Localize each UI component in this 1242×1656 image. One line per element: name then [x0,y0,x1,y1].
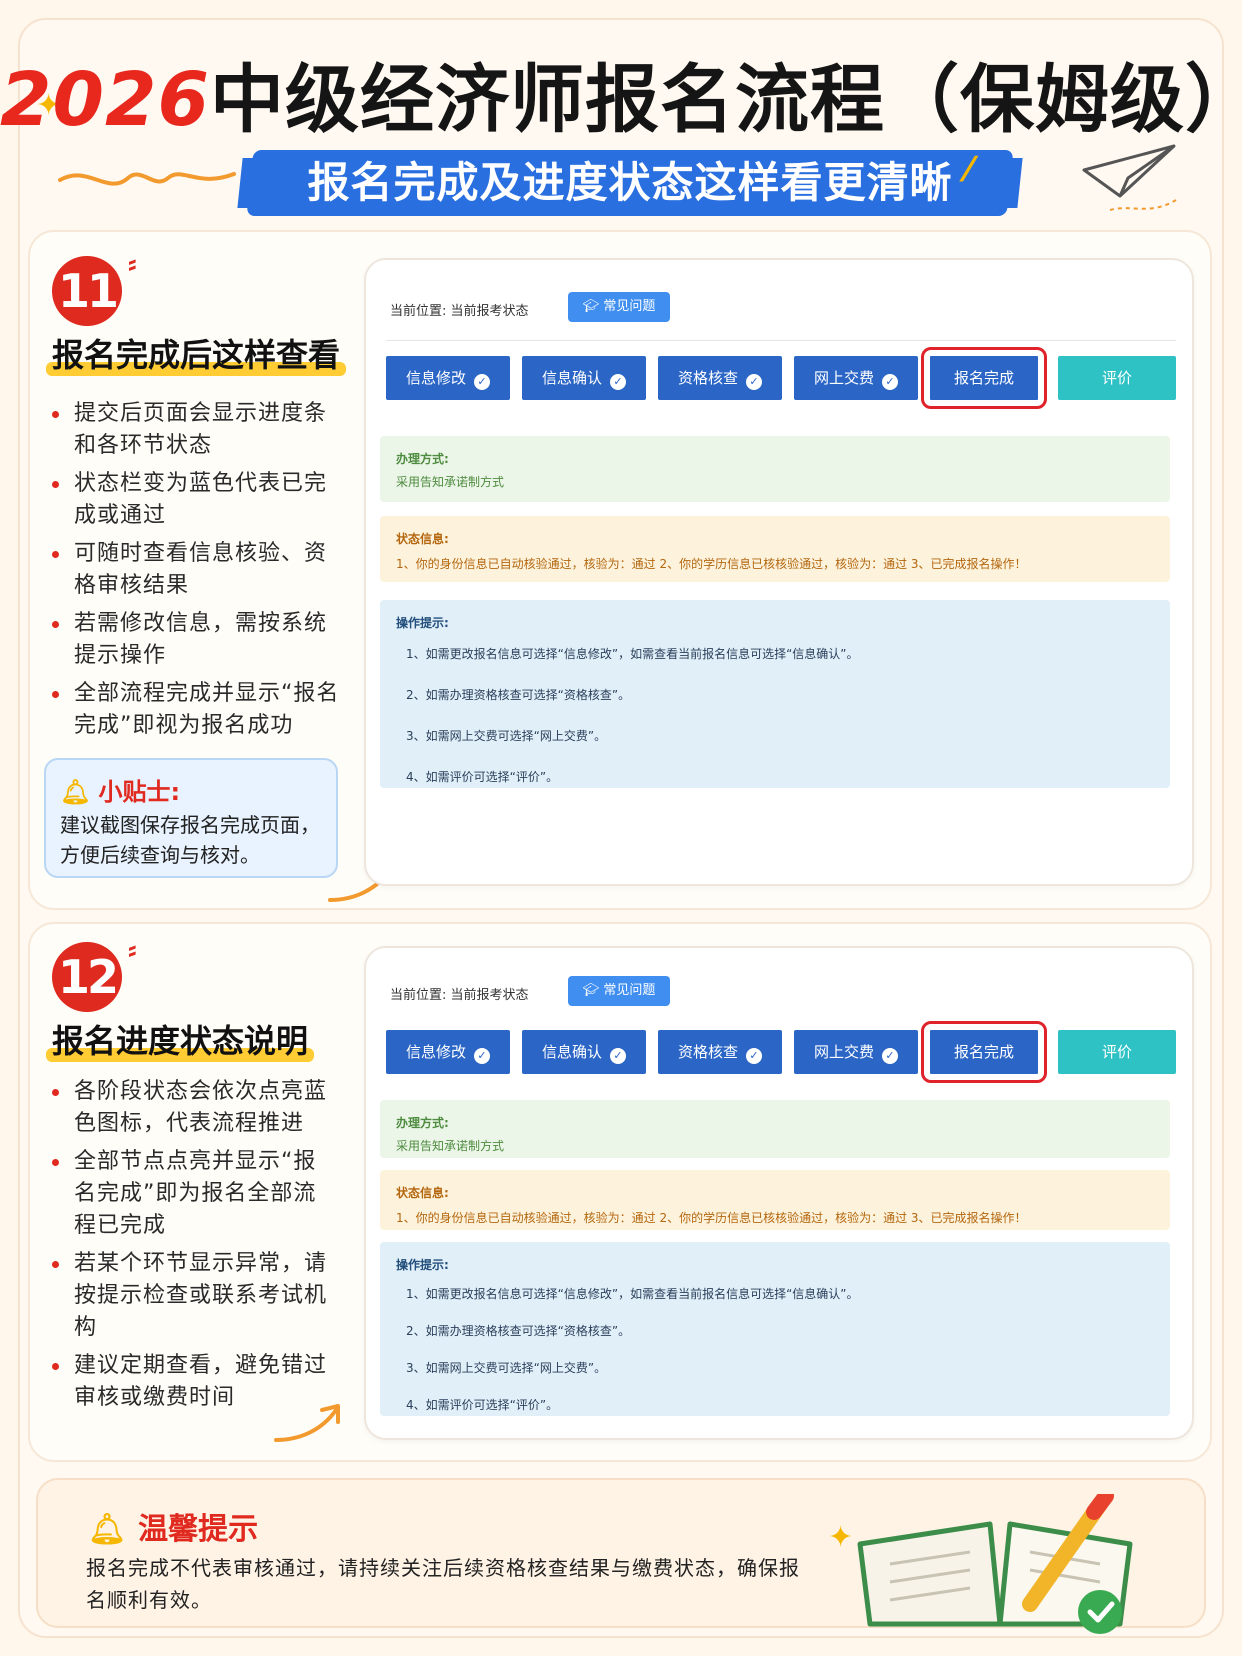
banner-subtitle: 报名完成及进度状态这样看更清晰 [307,158,953,207]
tab-qualification-check[interactable]: 资格核查 ✓ [658,356,782,400]
list-item: 全部节点点亮并显示“报名完成”即为报名全部流程已完成 [48,1146,338,1242]
emphasis-rays-icon: ⸗ [128,935,137,965]
faq-button[interactable]: 🎓︎ 常见问题 [568,292,670,322]
check-icon: ✓ [882,1048,898,1064]
step-number-badge: 12 [52,942,122,1012]
dash-decoration-icon: ⁄ [966,150,972,190]
section-heading: 报名进度状态说明 [46,1016,315,1062]
graduation-cap-icon: 🎓︎ [582,983,604,998]
list-item: 提交后页面会显示进度条和各环节状态 [48,398,344,462]
status-tabs: 信息修改 ✓ 信息确认 ✓ 资格核查 ✓ 网上交费 ✓ 报名完成 评价 [386,1021,1176,1083]
tab-evaluation[interactable]: 评价 [1058,356,1176,400]
title-rest: 中级经济师报名流程（保姆级） [209,57,1242,143]
status-info-box: 状态信息: 1、你的身份信息已自动核验通过，核验为：通过 2、你的学历信息已核核… [380,1170,1170,1230]
paper-plane-icon [1082,144,1177,211]
step-number-badge: 11 [52,256,122,326]
tip-body: 建议截图保存报名完成页面，方便后续查询与核对。 [60,813,320,867]
list-item: 全部流程完成并显示“报名完成”即视为报名成功 [48,678,344,742]
tab-qualification-check[interactable]: 资格核查 ✓ [658,1030,782,1074]
tab-info-edit[interactable]: 信息修改 ✓ [386,1030,510,1074]
squiggle-decoration-icon [58,172,236,186]
tab-registration-complete[interactable]: 报名完成 [921,347,1047,409]
tab-online-payment[interactable]: 网上交费 ✓ [794,356,918,400]
list-item: 若某个环节显示异常，请按提示检查或联系考试机构 [48,1248,338,1344]
tab-registration-complete[interactable]: 报名完成 [921,1021,1047,1083]
tab-evaluation[interactable]: 评价 [1058,1030,1176,1074]
faq-button[interactable]: 🎓︎ 常见问题 [568,976,670,1006]
tab-info-edit[interactable]: 信息修改 ✓ [386,356,510,400]
section-heading: 报名完成后这样查看 [46,330,347,376]
tip-box: 🔔︎ 小贴士: 建议截图保存报名完成页面，方便后续查询与核对。 [44,758,338,878]
check-icon: ✓ [610,1048,626,1064]
location-breadcrumb: 当前位置: 当前报考状态 [390,988,529,1003]
bullet-list: 各阶段状态会依次点亮蓝色图标，代表流程推进 全部节点点亮并显示“报名完成”即为报… [48,1076,338,1420]
method-info-box: 办理方式: 采用告知承诺制方式 [380,436,1170,502]
reminder-body: 报名完成不代表审核通过，请持续关注后续资格核查结果与缴费状态，确保报名顺利有效。 [86,1556,800,1612]
tab-info-confirm[interactable]: 信息确认 ✓ [522,356,646,400]
title-year: 2026 [0,57,210,143]
operation-tips-box: 操作提示: 1、如需更改报名信息可选择“信息修改”，如需查看当前报名信息可选择“… [380,1242,1170,1416]
arrow-icon [274,1404,340,1442]
reminder-title: 🔔︎ 温馨提示 [88,1512,259,1547]
status-tabs: 信息修改 ✓ 信息确认 ✓ 资格核查 ✓ 网上交费 ✓ 报名完成 评价 [386,347,1176,409]
list-item: 若需修改信息，需按系统提示操作 [48,608,344,672]
check-icon: ✓ [746,374,762,390]
check-icon: ✓ [474,374,490,390]
book-pencil-icon [857,1494,1133,1634]
method-info-box: 办理方式: 采用告知承诺制方式 [380,1100,1170,1158]
check-icon: ✓ [746,1048,762,1064]
list-item: 可随时查看信息核验、资格审核结果 [48,538,344,602]
operation-tips-box: 操作提示: 1、如需更改报名信息可选择“信息修改”，如需查看当前报名信息可选择“… [380,600,1170,788]
location-breadcrumb: 当前位置: 当前报考状态 [390,304,529,319]
bell-icon: 🔔︎ [60,778,91,806]
emphasis-rays-icon: ⸗ [128,249,137,279]
status-screenshot-panel: 当前位置: 当前报考状态 🎓︎ 常见问题 信息修改 ✓ 信息确认 ✓ 资格核查 ✓ 网… [364,258,1194,886]
check-icon: ✓ [882,374,898,390]
tip-title: 🔔︎ 小贴士: [60,778,181,806]
status-info-box: 状态信息: 1、你的身份信息已自动核验通过，核验为：通过 2、你的学历信息已核核… [380,516,1170,582]
tab-info-confirm[interactable]: 信息确认 ✓ [522,1030,646,1074]
bell-icon: 🔔︎ [88,1512,127,1547]
list-item: 状态栏变为蓝色代表已完成或通过 [48,468,344,532]
status-screenshot-panel: 当前位置: 当前报考状态 🎓︎ 常见问题 信息修改 ✓ 信息确认 ✓ 资格核查 ✓ 网… [364,946,1194,1440]
page-title: 2026中级经济师报名流程（保姆级） [0,40,1242,147]
graduation-cap-icon: 🎓︎ [582,299,604,314]
tab-online-payment[interactable]: 网上交费 ✓ [794,1030,918,1074]
check-icon: ✓ [474,1048,490,1064]
check-icon: ✓ [610,374,626,390]
divider [386,340,1176,341]
list-item: 各阶段状态会依次点亮蓝色图标，代表流程推进 [48,1076,338,1140]
bullet-list: 提交后页面会显示进度条和各环节状态 状态栏变为蓝色代表已完成或通过 可随时查看信… [48,398,344,748]
